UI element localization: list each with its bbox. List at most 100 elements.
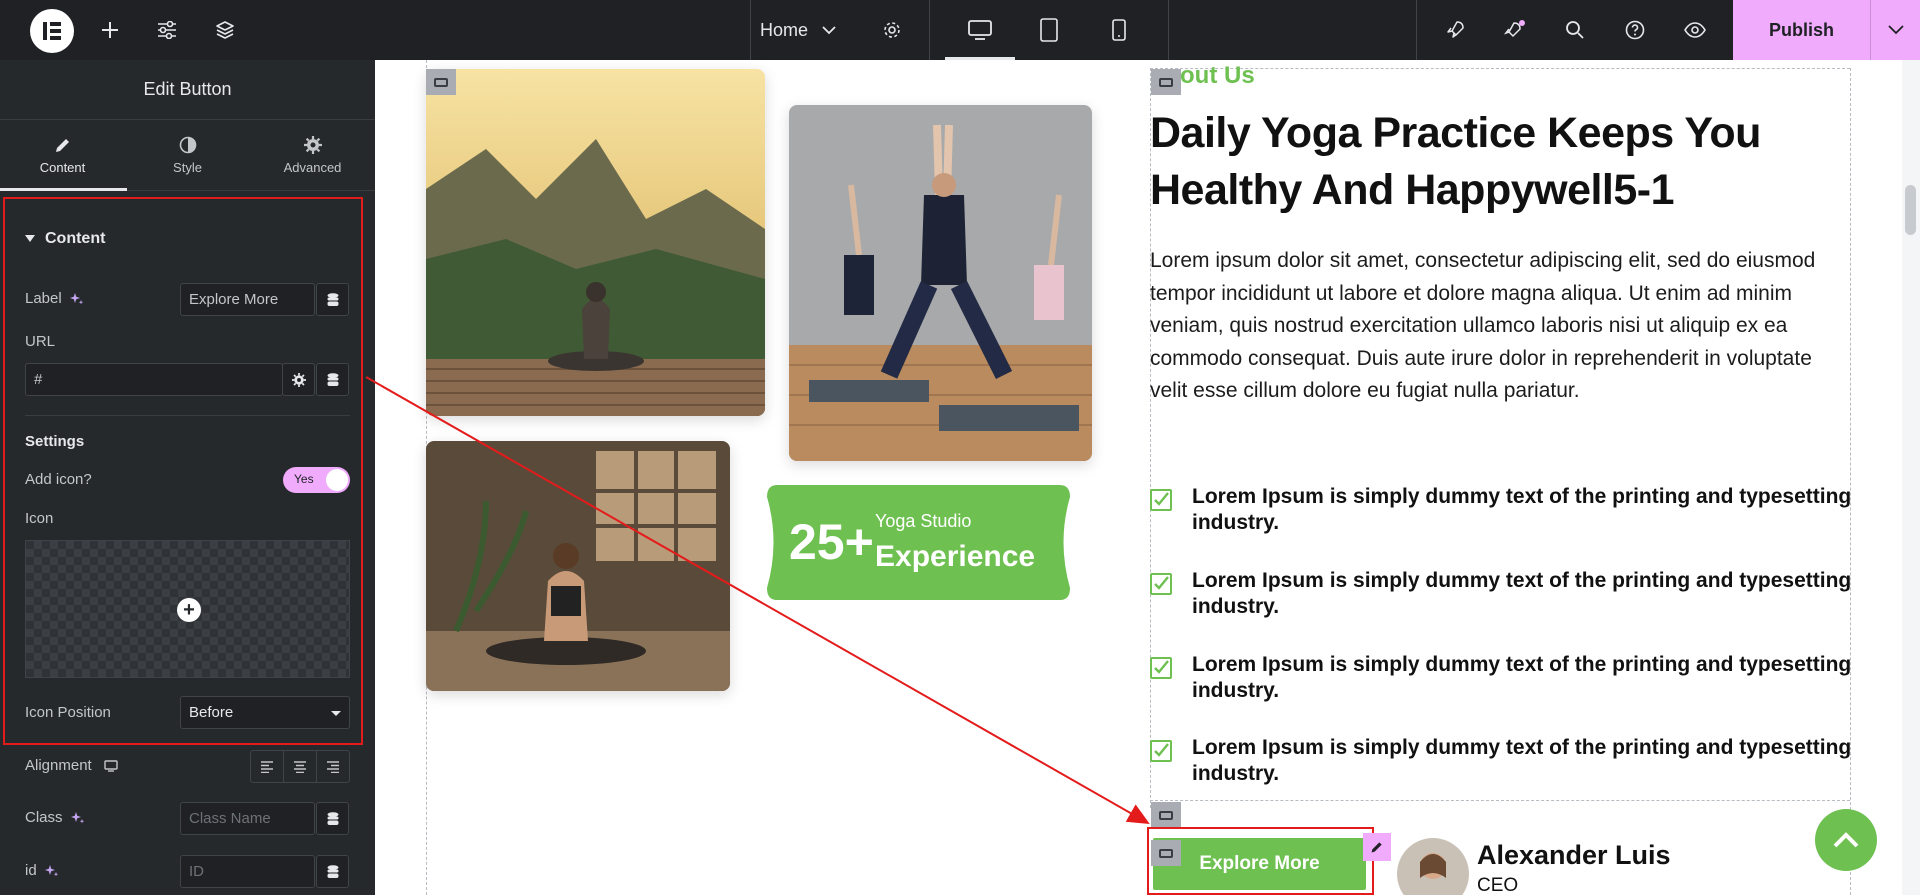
site-settings-button[interactable] bbox=[147, 0, 187, 60]
selected-widget-highlight bbox=[1147, 827, 1374, 895]
search-button[interactable] bbox=[1555, 0, 1595, 60]
checkbox-icon bbox=[1150, 489, 1172, 511]
add-icon-label: Add icon? bbox=[25, 471, 92, 488]
scrollbar-thumb[interactable] bbox=[1905, 185, 1916, 235]
publish-button[interactable]: Publish bbox=[1733, 0, 1870, 60]
help-button[interactable] bbox=[1615, 0, 1655, 60]
icon-position-select[interactable]: Before bbox=[180, 696, 350, 729]
list-item: Lorem Ipsum is simply dummy text of the … bbox=[1150, 568, 1851, 628]
list-item: Lorem Ipsum is simply dummy text of the … bbox=[1150, 484, 1851, 544]
person-name: Alexander Luis bbox=[1477, 840, 1671, 870]
class-input[interactable]: Class Name bbox=[180, 802, 315, 835]
mobile-icon bbox=[1112, 19, 1126, 41]
preview-button[interactable] bbox=[1675, 0, 1715, 60]
page-settings-button[interactable] bbox=[872, 0, 912, 60]
id-label: id bbox=[25, 862, 37, 879]
rocket-icon bbox=[1447, 21, 1464, 38]
separator bbox=[750, 0, 751, 60]
launchpad-button[interactable] bbox=[1435, 0, 1475, 60]
url-dynamic-tags-button[interactable] bbox=[316, 363, 349, 396]
container-outline bbox=[1150, 68, 1850, 69]
class-label: Class bbox=[25, 809, 63, 826]
tab-advanced[interactable]: Advanced bbox=[250, 120, 375, 190]
panel-tabs: Content Style Advanced bbox=[0, 120, 375, 191]
publish-options-button[interactable] bbox=[1870, 0, 1920, 60]
container-edit-handle[interactable] bbox=[1151, 69, 1181, 95]
checkbox-icon bbox=[1150, 573, 1172, 595]
content-section-toggle[interactable]: Content bbox=[25, 230, 105, 248]
yoga-studio-image bbox=[789, 105, 1092, 461]
section-subtitle: out Us bbox=[1180, 62, 1255, 89]
layers-icon bbox=[216, 21, 234, 39]
align-center-button[interactable] bbox=[284, 751, 317, 782]
tab-content[interactable]: Content bbox=[0, 120, 127, 191]
structure-button[interactable] bbox=[205, 0, 245, 60]
experience-badge: 25+ Yoga Studio Experience bbox=[767, 485, 1070, 600]
tab-content-label: Content bbox=[39, 159, 86, 175]
widget-edit-handle[interactable] bbox=[1151, 840, 1181, 866]
url-label: URL bbox=[25, 333, 56, 350]
align-right-button[interactable] bbox=[317, 751, 349, 782]
caret-down-icon bbox=[331, 711, 341, 716]
publish-label: Publish bbox=[1768, 19, 1834, 40]
edit-widget-button[interactable] bbox=[1363, 833, 1391, 861]
tablet-view-button[interactable] bbox=[1027, 0, 1071, 60]
gear-icon bbox=[291, 372, 306, 387]
icon-picker[interactable]: + bbox=[25, 540, 350, 678]
label-dynamic-tags-button[interactable] bbox=[316, 283, 349, 316]
plus-icon bbox=[102, 22, 118, 38]
icon-position-label: Icon Position bbox=[25, 704, 111, 721]
half-circle-icon bbox=[179, 136, 196, 153]
separator bbox=[1416, 0, 1417, 60]
help-icon bbox=[1625, 20, 1645, 40]
page-name: Home bbox=[760, 19, 809, 40]
id-dynamic-tags-button[interactable] bbox=[316, 855, 349, 888]
editor-panel: Edit Button Content Style Advanced Conte… bbox=[0, 60, 375, 895]
add-icon-toggle[interactable]: Yes bbox=[283, 467, 350, 493]
gear-icon bbox=[884, 22, 900, 38]
align-right-icon bbox=[327, 760, 339, 773]
id-input[interactable]: ID bbox=[180, 855, 315, 888]
panel-title: Edit Button bbox=[0, 60, 375, 120]
scroll-to-top-button[interactable] bbox=[1815, 809, 1877, 871]
gear-icon bbox=[303, 135, 322, 154]
ai-sparkle-icon bbox=[44, 864, 58, 876]
align-left-icon bbox=[261, 760, 273, 773]
elementor-editor: Home Publish Edit Button Content Style A… bbox=[0, 0, 1920, 895]
sliders-icon bbox=[158, 21, 176, 39]
alignment-control-label: Alignment bbox=[25, 757, 118, 774]
badge-number: 25+ bbox=[789, 514, 874, 570]
url-options-button[interactable] bbox=[282, 363, 315, 396]
tab-style[interactable]: Style bbox=[125, 120, 250, 190]
tab-advanced-label: Advanced bbox=[283, 159, 342, 175]
notifications-button[interactable] bbox=[1495, 0, 1535, 60]
label-input[interactable]: Explore More bbox=[180, 283, 315, 316]
yoga-mountain-image bbox=[426, 69, 765, 416]
desktop-view-button[interactable] bbox=[958, 0, 1002, 60]
list-item: Lorem Ipsum is simply dummy text of the … bbox=[1150, 652, 1852, 712]
database-icon bbox=[327, 864, 338, 878]
mobile-view-button[interactable] bbox=[1097, 0, 1141, 60]
add-icon-plus-icon: + bbox=[177, 598, 201, 622]
container-outline bbox=[1150, 800, 1850, 801]
class-dynamic-tags-button[interactable] bbox=[316, 802, 349, 835]
separator bbox=[1168, 0, 1169, 60]
desktop-icon bbox=[104, 759, 118, 772]
label-text: Label bbox=[25, 290, 62, 307]
list-item: Lorem Ipsum is simply dummy text of the … bbox=[1150, 735, 1851, 795]
page-selector[interactable]: Home bbox=[760, 0, 836, 60]
content-section-title: Content bbox=[45, 230, 106, 247]
container-edit-handle[interactable] bbox=[1151, 802, 1181, 828]
image-edit-handle[interactable] bbox=[426, 69, 456, 95]
align-center-icon bbox=[294, 760, 306, 773]
chevron-down-icon bbox=[822, 25, 836, 34]
elementor-logo[interactable] bbox=[30, 9, 74, 53]
url-input[interactable]: # bbox=[25, 363, 283, 396]
desktop-icon bbox=[968, 20, 992, 40]
caret-down-icon bbox=[25, 235, 35, 242]
add-element-button[interactable] bbox=[90, 0, 130, 60]
list-item-text: Lorem Ipsum is simply dummy text of the … bbox=[1192, 653, 1852, 702]
settings-heading: Settings bbox=[25, 433, 85, 450]
align-left-button[interactable] bbox=[251, 751, 284, 782]
checkbox-icon bbox=[1150, 740, 1172, 762]
